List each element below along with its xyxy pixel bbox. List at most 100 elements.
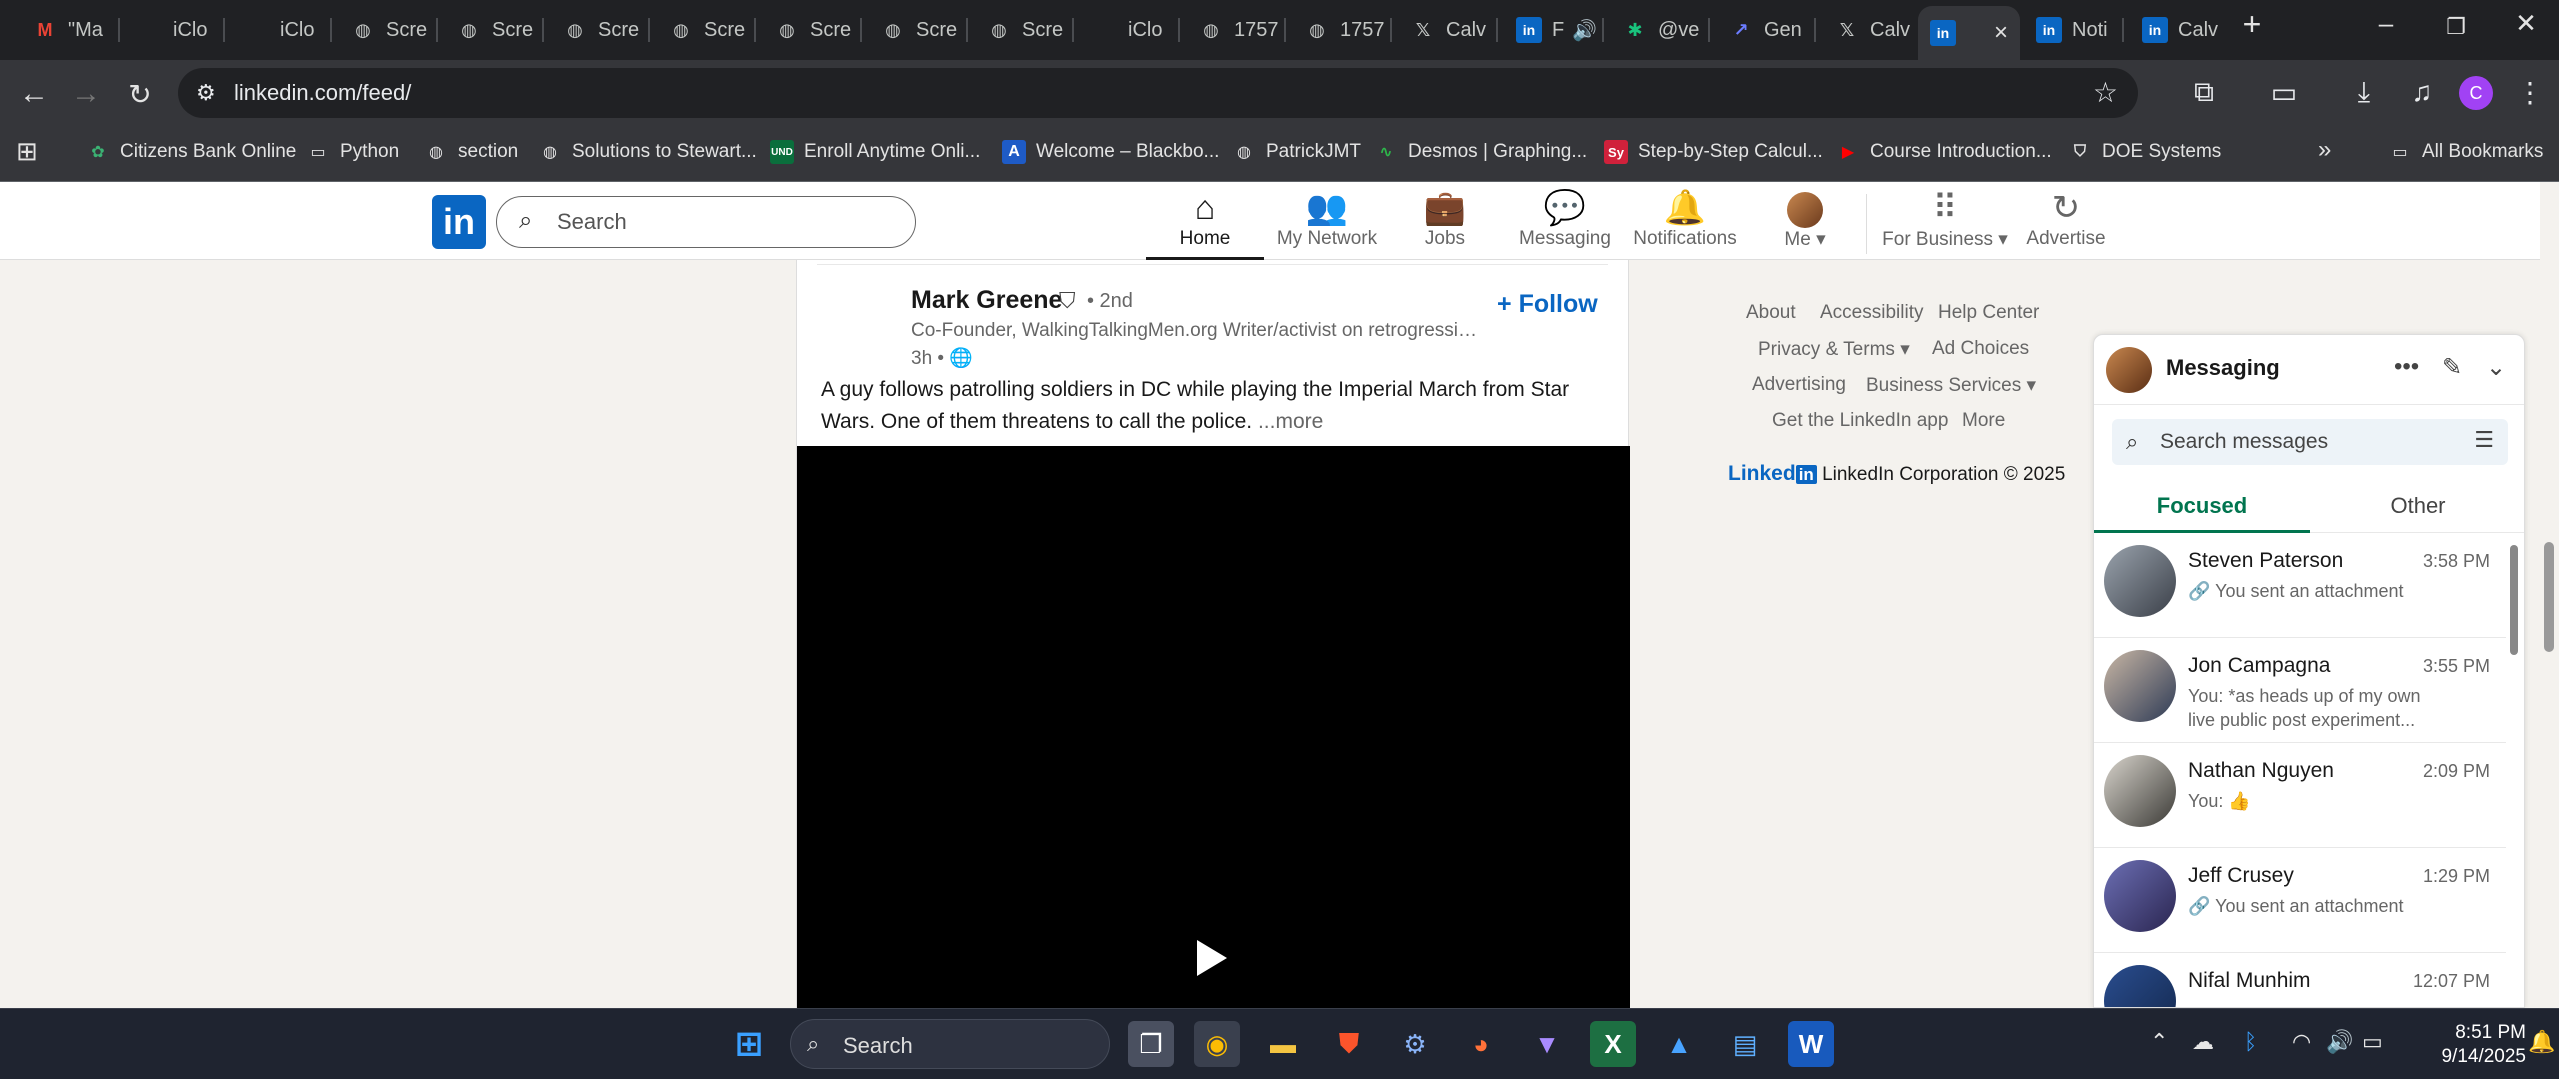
compose-icon[interactable]: ✎	[2442, 353, 2462, 382]
profile-avatar[interactable]: C	[2459, 76, 2493, 110]
play-icon[interactable]	[1197, 940, 1227, 976]
browser-tab[interactable]: ◍ Scre	[338, 8, 438, 52]
browser-tab[interactable]: ◍ Scre	[974, 8, 1074, 52]
bookmark-item[interactable]: ◍ section	[424, 140, 518, 164]
browser-tab[interactable]: 𝕏 Calv	[1822, 8, 1922, 52]
bookmark-item[interactable]: ▶ Course Introduction...	[1836, 140, 2052, 164]
messaging-header[interactable]: Messaging ••• ✎ ⌄	[2094, 335, 2524, 405]
bookmark-item[interactable]: ◍ Solutions to Stewart...	[538, 140, 757, 164]
start-icon[interactable]: ⊞	[726, 1021, 772, 1067]
settings-icon[interactable]: ⚙	[1392, 1021, 1438, 1067]
browser-tab[interactable]: in Noti	[2024, 8, 2124, 52]
chevron-up-icon[interactable]: ⌃	[2150, 1029, 2168, 1055]
taskbar-search[interactable]: ⌕ Search	[790, 1019, 1110, 1069]
excel-icon[interactable]: X	[1590, 1021, 1636, 1067]
nav-advertise[interactable]: ↻ Advertise	[2018, 188, 2114, 260]
conversation-item[interactable]: Jeff Crusey 1:29 PM 🔗 You sent an attach…	[2094, 848, 2506, 953]
nav-notifications[interactable]: 🔔 Notifications	[1630, 188, 1740, 260]
conversation-item[interactable]: Steven Paterson 3:58 PM 🔗 You sent an at…	[2094, 533, 2506, 638]
browser-tab[interactable]: ◍ Scre	[762, 8, 862, 52]
onedrive-icon[interactable]: ☁	[2192, 1029, 2214, 1055]
message-search[interactable]: ⌕ ☰	[2112, 419, 2508, 465]
bluetooth-icon[interactable]: ᛒ	[2244, 1029, 2257, 1055]
footer-business-services[interactable]: Business Services ▾	[1866, 374, 2036, 397]
bookmark-item[interactable]: A Welcome – Blackbo...	[1002, 140, 1219, 164]
browser-tab[interactable]: ◍ Scre	[868, 8, 968, 52]
photos-icon[interactable]: ▲	[1656, 1021, 1702, 1067]
video-player[interactable]	[797, 446, 1630, 1008]
tab-other[interactable]: Other	[2310, 493, 2524, 533]
filter-icon[interactable]: ☰	[2474, 427, 2494, 453]
linkedin-search[interactable]: ⌕	[496, 196, 916, 248]
bookmark-star-icon[interactable]: ☆	[2093, 76, 2118, 109]
browser-tab[interactable]: ◍ 1757	[1186, 8, 1286, 52]
back-button[interactable]: ←	[14, 74, 54, 114]
forward-button[interactable]: →	[66, 74, 106, 114]
linkedin-logo[interactable]: in	[432, 195, 486, 249]
url-text[interactable]: linkedin.com/feed/	[234, 80, 411, 106]
reading-mode-icon[interactable]: ▭	[2264, 76, 2304, 109]
restore-button[interactable]: ❐	[2426, 14, 2486, 40]
minimize-button[interactable]: –	[2356, 8, 2416, 39]
more-options-icon[interactable]: •••	[2394, 353, 2419, 381]
apps-icon[interactable]: ⊞	[16, 136, 38, 167]
browser-tab[interactable]: ◍ Scre	[550, 8, 650, 52]
scrollbar-thumb[interactable]	[2510, 545, 2518, 655]
new-tab-button[interactable]: +	[2222, 6, 2282, 43]
search-messages-input[interactable]	[2160, 429, 2460, 455]
notepad-icon[interactable]: ▤	[1722, 1021, 1768, 1067]
brave-icon[interactable]: ⛊	[1326, 1021, 1372, 1067]
task-view-icon[interactable]: ❐	[1128, 1021, 1174, 1067]
footer-help-center[interactable]: Help Center	[1938, 302, 2039, 324]
browser-tab-active[interactable]: in ×	[1918, 6, 2020, 60]
tab-focused[interactable]: Focused	[2094, 493, 2310, 533]
footer-accessibility[interactable]: Accessibility	[1820, 302, 1923, 324]
footer-privacy-terms[interactable]: Privacy & Terms ▾	[1758, 338, 1910, 361]
all-bookmarks[interactable]: ▭ All Bookmarks	[2388, 140, 2543, 164]
scrollbar-thumb[interactable]	[2544, 542, 2554, 652]
wifi-icon[interactable]: ◠	[2292, 1029, 2311, 1055]
notifications-icon[interactable]: 🔔	[2528, 1029, 2555, 1055]
reload-button[interactable]: ↻	[120, 74, 160, 114]
firefox-icon[interactable]: ◕	[1458, 1021, 1504, 1067]
nav-my-network[interactable]: 👥 My Network	[1272, 188, 1382, 260]
download-icon[interactable]: ⤓	[2344, 76, 2384, 109]
browser-tab[interactable]: ◍ Scre	[656, 8, 756, 52]
menu-icon[interactable]: ⋮	[2510, 76, 2550, 109]
volume-icon[interactable]: 🔊	[2326, 1029, 2353, 1055]
browser-tab[interactable]: iClo	[232, 8, 332, 52]
browser-tab[interactable]: iClo	[125, 8, 225, 52]
vpn-icon[interactable]: ▼	[1524, 1021, 1570, 1067]
search-input[interactable]	[557, 207, 897, 237]
conversation-item[interactable]: Nifal Munhim 12:07 PM	[2094, 953, 2506, 1007]
system-clock[interactable]: 8:51 PM 9/14/2025	[2416, 1021, 2526, 1069]
bookmark-item[interactable]: Sy Step-by-Step Calcul...	[1604, 140, 1823, 164]
media-control-icon[interactable]: ♫	[2402, 76, 2442, 108]
nav-messaging[interactable]: 💬 Messaging	[1516, 188, 1614, 260]
nav-home[interactable]: ⌂ Home	[1146, 188, 1264, 260]
conversation-item[interactable]: Nathan Nguyen 2:09 PM You: 👍	[2094, 743, 2506, 848]
nav-jobs[interactable]: 💼 Jobs	[1400, 188, 1490, 260]
file-explorer-icon[interactable]: ▬	[1260, 1021, 1306, 1067]
browser-tab[interactable]: ↗ Gen	[1716, 8, 1816, 52]
footer-ad-choices[interactable]: Ad Choices	[1932, 338, 2029, 360]
bookmark-item[interactable]: ▭ Python	[306, 140, 399, 164]
more-bookmarks-icon[interactable]: »	[2318, 136, 2331, 164]
footer-more[interactable]: More	[1962, 410, 2005, 432]
footer-about[interactable]: About	[1746, 302, 1796, 324]
browser-tab[interactable]: iClo	[1080, 8, 1180, 52]
follow-button[interactable]: + Follow	[1497, 290, 1598, 319]
bookmark-item[interactable]: UND Enroll Anytime Onli...	[770, 140, 980, 164]
footer-advertising[interactable]: Advertising	[1752, 374, 1846, 396]
browser-tab[interactable]: ◍ 1757	[1292, 8, 1392, 52]
bookmark-item[interactable]: ∿ Desmos | Graphing...	[1374, 140, 1587, 164]
page-scrollbar[interactable]	[2540, 182, 2559, 1008]
browser-tab[interactable]: in F 🔊	[1504, 8, 1604, 52]
bookmark-item[interactable]: ⛉ DOE Systems	[2068, 140, 2221, 164]
address-bar[interactable]: ⚙ linkedin.com/feed/ ☆	[178, 68, 2138, 118]
bookmark-item[interactable]: ✿ Citizens Bank Online	[86, 140, 296, 164]
nav-for-business[interactable]: ⠿ For Business ▾	[1880, 188, 2010, 260]
browser-tab[interactable]: ◍ Scre	[444, 8, 544, 52]
chevron-down-icon[interactable]: ⌄	[2486, 353, 2506, 382]
footer-get-app[interactable]: Get the LinkedIn app	[1772, 410, 1948, 432]
